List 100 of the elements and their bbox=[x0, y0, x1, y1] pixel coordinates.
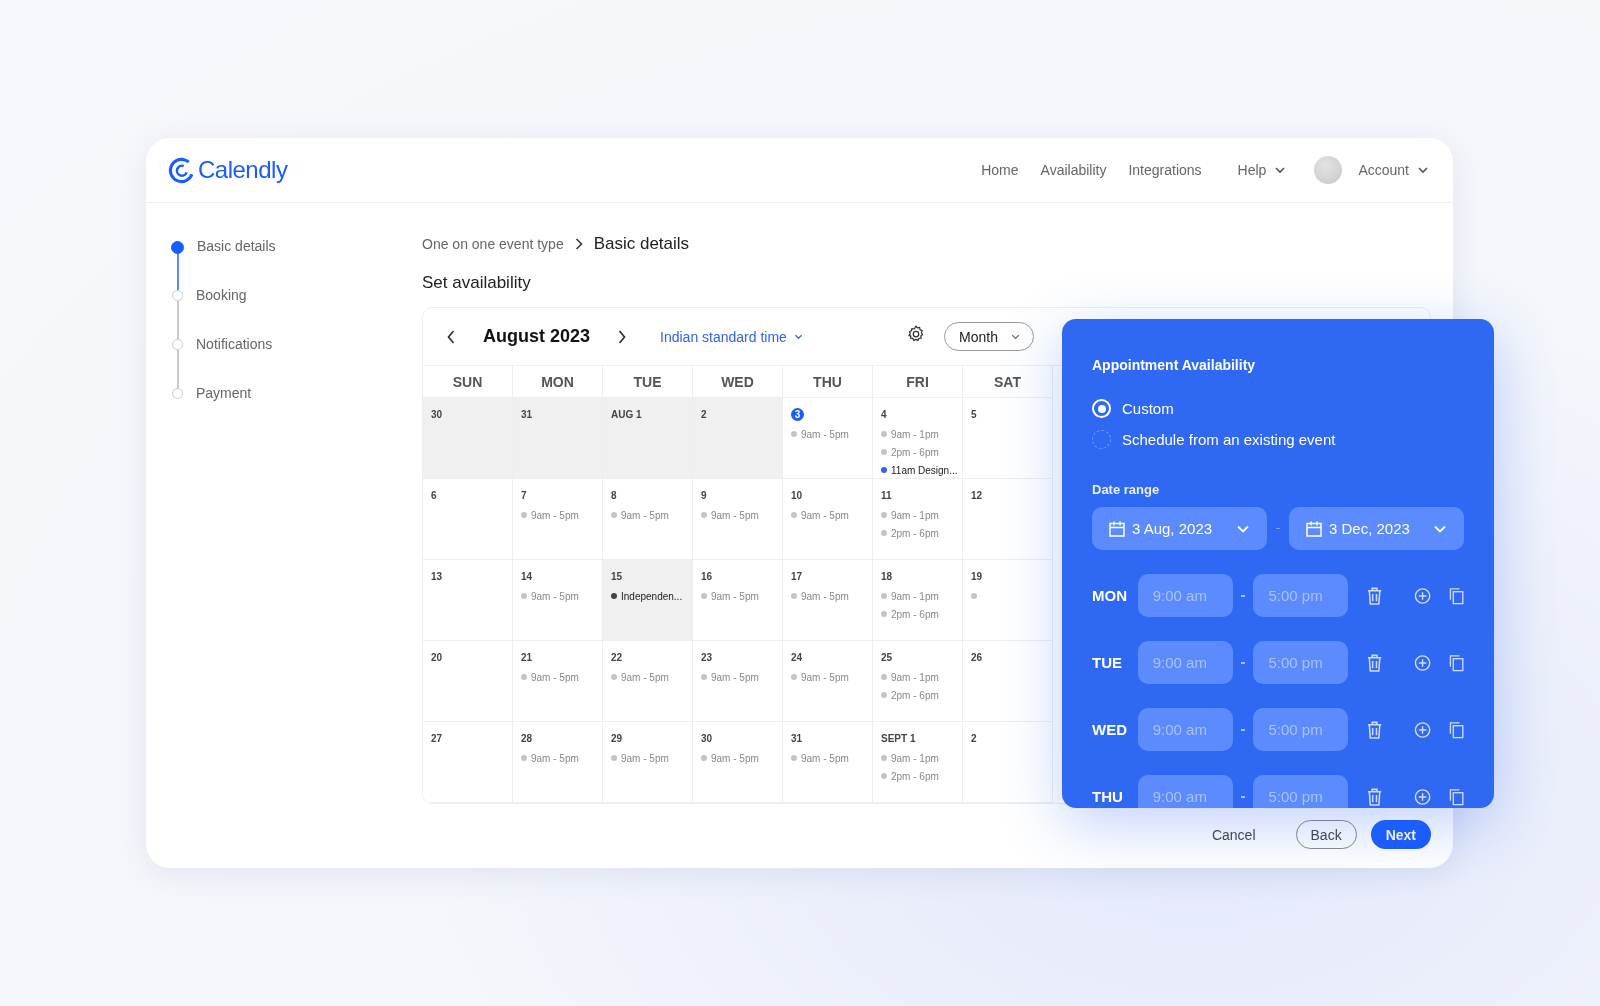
day-cell[interactable]: 16 9am - 5pm bbox=[693, 560, 783, 641]
day-cell[interactable]: 15 Independen... bbox=[603, 560, 693, 641]
day-cell[interactable]: 27 bbox=[423, 722, 513, 803]
brand-name[interactable]: Calendly bbox=[198, 156, 288, 184]
event-label[interactable]: 9am - 1pm bbox=[891, 428, 939, 440]
day-cell[interactable]: 31 9am - 5pm bbox=[783, 722, 873, 803]
day-cell[interactable]: 18 9am - 1pm 2pm - 6pm bbox=[873, 560, 963, 641]
day-cell[interactable]: 29 9am - 5pm bbox=[603, 722, 693, 803]
step-label[interactable]: Basic details bbox=[197, 238, 276, 254]
day-cell[interactable]: 22 9am - 5pm bbox=[603, 641, 693, 722]
nav-link[interactable]: Availability bbox=[1040, 162, 1107, 178]
start-time-field[interactable]: 9:00 am bbox=[1137, 775, 1233, 808]
event-label[interactable]: 9am - 5pm bbox=[801, 752, 849, 764]
step-label[interactable]: Payment bbox=[196, 385, 252, 401]
day-cell[interactable]: 12 bbox=[963, 479, 1053, 560]
back-button[interactable]: Back bbox=[1295, 820, 1357, 849]
event-label[interactable]: 9am - 5pm bbox=[531, 509, 579, 521]
day-cell[interactable]: 19 bbox=[963, 560, 1053, 641]
day-cell[interactable]: 31 bbox=[513, 398, 603, 479]
event-label[interactable]: 2pm - 6pm bbox=[891, 446, 939, 458]
add-circle-icon[interactable] bbox=[1413, 653, 1431, 672]
nav-menu[interactable]: Help bbox=[1237, 162, 1287, 178]
nav-link[interactable]: Home bbox=[981, 162, 1019, 178]
breadcrumb-item[interactable]: One on one event type bbox=[422, 236, 564, 252]
start-time-field[interactable]: 9:00 am bbox=[1137, 574, 1233, 617]
day-cell[interactable]: 5 bbox=[963, 398, 1053, 479]
day-cell[interactable]: 23 9am - 5pm bbox=[693, 641, 783, 722]
end-date-picker[interactable]: 3 Dec, 2023 bbox=[1289, 507, 1464, 550]
event-label[interactable]: Independen... bbox=[621, 590, 683, 602]
end-time-field[interactable]: 5:00 pm bbox=[1253, 708, 1349, 751]
end-time-field[interactable]: 5:00 pm bbox=[1253, 775, 1349, 808]
event-label[interactable]: 9am - 5pm bbox=[711, 590, 759, 602]
event-label[interactable]: 9am - 5pm bbox=[801, 671, 849, 683]
day-cell[interactable]: 21 9am - 5pm bbox=[513, 641, 603, 722]
event-label[interactable]: 9am - 5pm bbox=[801, 428, 849, 440]
event-label[interactable]: 9am - 5pm bbox=[621, 671, 669, 683]
cancel-button[interactable]: Cancel bbox=[1197, 820, 1270, 849]
add-circle-icon[interactable] bbox=[1413, 586, 1431, 605]
event-label[interactable]: 9am - 5pm bbox=[531, 752, 579, 764]
day-cell[interactable]: 25 9am - 1pm 2pm - 6pm bbox=[873, 641, 963, 722]
account-menu[interactable]: Account bbox=[1358, 162, 1429, 178]
step-label[interactable]: Notifications bbox=[196, 336, 273, 352]
start-date-picker[interactable]: 3 Aug, 2023 bbox=[1092, 507, 1267, 550]
day-cell[interactable]: 2 bbox=[963, 722, 1053, 803]
day-cell[interactable]: 13 bbox=[423, 560, 513, 641]
step-label[interactable]: Booking bbox=[196, 287, 247, 303]
event-label[interactable]: 9am - 5pm bbox=[801, 590, 849, 602]
trash-icon[interactable] bbox=[1366, 719, 1384, 740]
event-label[interactable]: 9am - 5pm bbox=[531, 590, 579, 602]
end-time-field[interactable]: 5:00 pm bbox=[1253, 641, 1349, 684]
nav-link[interactable]: Integrations bbox=[1128, 162, 1202, 178]
trash-icon[interactable] bbox=[1366, 786, 1384, 807]
day-cell[interactable]: 17 9am - 5pm bbox=[783, 560, 873, 641]
timezone-dropdown[interactable]: Indian standard time bbox=[660, 328, 804, 345]
next-button[interactable]: Next bbox=[1370, 820, 1431, 849]
event-label[interactable]: 11am Design... bbox=[891, 464, 958, 476]
day-cell[interactable]: 11 9am - 1pm 2pm - 6pm bbox=[873, 479, 963, 560]
event-label[interactable]: 9am - 1pm bbox=[891, 671, 939, 683]
end-time-field[interactable]: 5:00 pm bbox=[1253, 574, 1349, 617]
radio-label[interactable]: Schedule from an existing event bbox=[1122, 431, 1336, 448]
start-time-field[interactable]: 9:00 am bbox=[1137, 641, 1233, 684]
event-label[interactable]: 9am - 5pm bbox=[801, 509, 849, 521]
day-cell[interactable]: 20 bbox=[423, 641, 513, 722]
day-cell[interactable]: AUG 1 bbox=[603, 398, 693, 479]
trash-icon[interactable] bbox=[1366, 652, 1384, 673]
add-circle-icon[interactable] bbox=[1413, 720, 1431, 739]
day-cell[interactable]: 28 9am - 5pm bbox=[513, 722, 603, 803]
day-cell[interactable]: 30 bbox=[423, 398, 513, 479]
trash-icon[interactable] bbox=[1366, 585, 1384, 606]
day-cell[interactable]: 24 9am - 5pm bbox=[783, 641, 873, 722]
day-cell[interactable]: 6 bbox=[423, 479, 513, 560]
copy-icon[interactable] bbox=[1448, 720, 1464, 739]
event-label[interactable]: 2pm - 6pm bbox=[891, 608, 939, 620]
radio-button[interactable] bbox=[1092, 399, 1111, 418]
day-cell[interactable]: 30 9am - 5pm bbox=[693, 722, 783, 803]
radio-label[interactable]: Custom bbox=[1122, 400, 1174, 417]
day-cell[interactable]: 7 9am - 5pm bbox=[513, 479, 603, 560]
start-time-field[interactable]: 9:00 am bbox=[1137, 708, 1233, 751]
copy-icon[interactable] bbox=[1448, 787, 1464, 806]
event-label[interactable]: 9am - 5pm bbox=[621, 509, 669, 521]
day-cell[interactable]: 3 9am - 5pm bbox=[783, 398, 873, 479]
event-label[interactable]: 9am - 1pm bbox=[891, 590, 939, 602]
day-cell[interactable]: 26 bbox=[963, 641, 1053, 722]
day-cell[interactable]: 8 9am - 5pm bbox=[603, 479, 693, 560]
event-label[interactable]: 9am - 1pm bbox=[891, 509, 939, 521]
day-cell[interactable]: 2 bbox=[693, 398, 783, 479]
event-label[interactable]: 9am - 5pm bbox=[531, 671, 579, 683]
event-label[interactable]: 2pm - 6pm bbox=[891, 527, 939, 539]
day-cell[interactable]: 14 9am - 5pm bbox=[513, 560, 603, 641]
event-label[interactable]: 9am - 5pm bbox=[621, 752, 669, 764]
event-label[interactable]: 9am - 5pm bbox=[711, 671, 759, 683]
day-cell[interactable]: 10 9am - 5pm bbox=[783, 479, 873, 560]
event-label[interactable]: 9am - 1pm bbox=[891, 752, 939, 764]
copy-icon[interactable] bbox=[1448, 653, 1464, 672]
day-cell[interactable]: SEPT 1 9am - 1pm 2pm - 6pm bbox=[873, 722, 963, 803]
event-label[interactable]: 9am - 5pm bbox=[711, 509, 759, 521]
event-label[interactable]: 9am - 5pm bbox=[711, 752, 759, 764]
event-label[interactable]: 2pm - 6pm bbox=[891, 770, 939, 782]
day-cell[interactable]: 4 9am - 1pm 2pm - 6pm 11am Design... bbox=[873, 398, 963, 479]
event-label[interactable]: 2pm - 6pm bbox=[891, 689, 939, 701]
